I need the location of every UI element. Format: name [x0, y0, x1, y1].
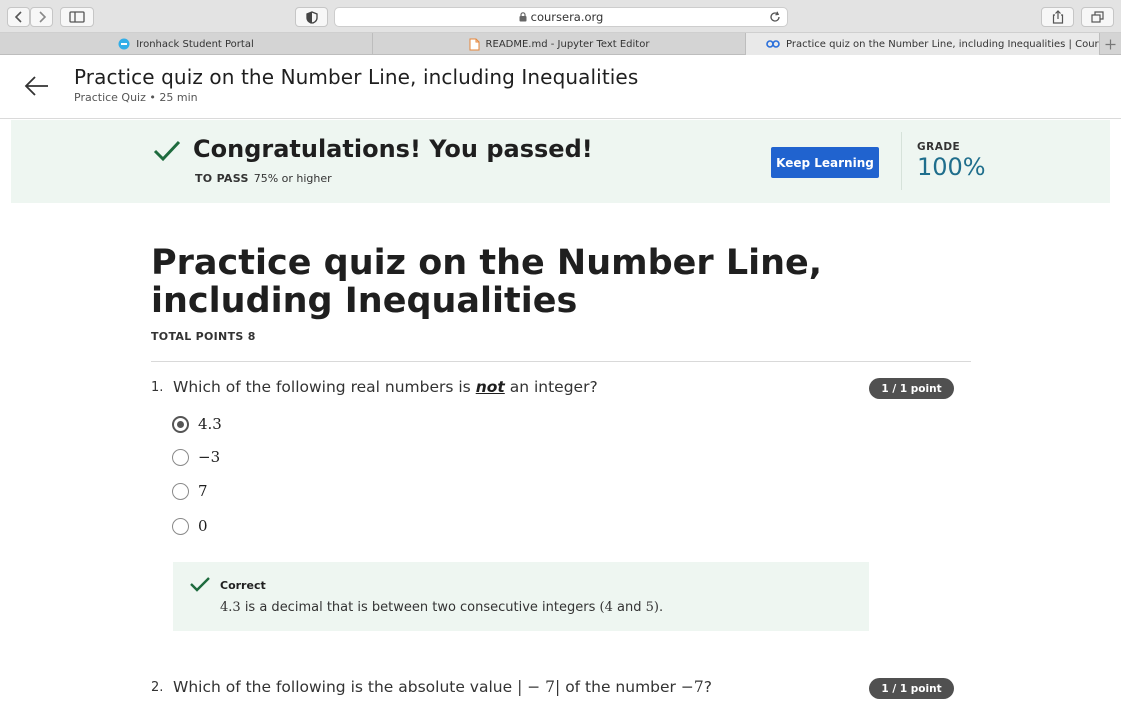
question-number: 2. — [151, 680, 164, 695]
feedback-text-part: . — [658, 600, 664, 615]
privacy-shield-button[interactable] — [295, 7, 328, 27]
arrow-left-icon — [24, 76, 48, 96]
radio-button[interactable] — [172, 482, 189, 500]
score-badge: 1 / 1 point — [869, 378, 954, 399]
grade-value: 100% — [917, 153, 986, 181]
check-icon — [153, 140, 181, 166]
feedback-text: 4.3 is a decimal that is between two con… — [220, 600, 663, 615]
answer-option[interactable]: −3 — [172, 448, 220, 466]
keep-learning-button[interactable]: Keep Learning — [771, 147, 879, 178]
tab-readme[interactable]: README.md - Jupyter Text Editor — [373, 33, 746, 55]
tabs-icon — [1091, 11, 1104, 23]
reload-icon[interactable] — [769, 11, 781, 23]
coursera-favicon-icon — [766, 40, 780, 48]
grade-label: GRADE — [917, 141, 961, 153]
quiz-header: Practice quiz on the Number Line, includ… — [0, 55, 1121, 119]
to-pass-value: 75% or higher — [253, 172, 332, 185]
radio-button[interactable] — [172, 517, 189, 535]
sidebar-toggle-button[interactable] — [60, 7, 94, 27]
question-text: Which of the following is the absolute v… — [173, 678, 712, 696]
feedback-math: (4 — [599, 600, 613, 615]
score-badge: 1 / 1 point — [869, 678, 954, 699]
feedback-title: Correct — [220, 579, 266, 592]
share-button[interactable] — [1041, 7, 1074, 27]
feedback-text-part: is a decimal that is between two consecu… — [240, 600, 600, 615]
header-subtitle: Practice Quiz • 25 min — [74, 91, 198, 104]
total-points: TOTAL POINTS 8 — [151, 330, 256, 343]
feedback-text-part: and — [612, 600, 646, 615]
url-text: coursera.org — [530, 10, 604, 24]
browser-toolbar: coursera.org — [0, 0, 1121, 33]
pass-requirement: TO PASS 75% or higher — [195, 172, 332, 185]
chevron-right-icon — [38, 11, 46, 23]
question-text: Which of the following real numbers is n… — [173, 378, 598, 396]
answer-feedback: Correct 4.3 is a decimal that is between… — [173, 562, 869, 631]
answer-option[interactable]: 4.3 — [172, 415, 222, 433]
tab-coursera-quiz[interactable]: Practice quiz on the Number Line, includ… — [746, 33, 1100, 55]
question-text-part: Which of the following is the absolute v… — [173, 678, 513, 696]
back-nav-button[interactable] — [7, 7, 30, 27]
option-label: −3 — [198, 448, 221, 466]
passed-message: Congratulations! You passed! — [193, 135, 593, 163]
question-text-part: an integer? — [509, 378, 598, 396]
question-emphasis: not — [475, 378, 505, 396]
to-pass-label: TO PASS — [195, 172, 249, 185]
check-icon — [189, 576, 211, 597]
back-button[interactable] — [24, 75, 50, 101]
quiz-title: Practice quiz on the Number Line, includ… — [151, 243, 823, 321]
question-text-part: ? — [703, 678, 712, 696]
answer-option[interactable]: 0 — [172, 517, 208, 535]
share-icon — [1052, 10, 1063, 24]
browser-tab-strip: Ironhack Student Portal README.md - Jupy… — [0, 33, 1121, 55]
answer-option[interactable]: 7 — [172, 482, 208, 500]
ironhack-favicon-icon — [118, 38, 130, 50]
forward-nav-button[interactable] — [30, 7, 53, 27]
option-label: 7 — [198, 482, 208, 500]
lock-icon — [519, 12, 527, 22]
shield-icon — [305, 10, 318, 24]
plus-icon — [1105, 39, 1116, 49]
feedback-math: 5) — [645, 600, 659, 615]
tab-label: Practice quiz on the Number Line, includ… — [786, 38, 1100, 50]
question-text-part: Which of the following real numbers is — [173, 378, 471, 396]
question-text-part: of the number — [565, 678, 676, 696]
feedback-math: 4.3 — [220, 600, 241, 615]
option-label: 4.3 — [198, 415, 222, 433]
tab-label: README.md - Jupyter Text Editor — [485, 38, 650, 50]
file-icon — [469, 38, 480, 51]
passed-banner: Congratulations! You passed! TO PASS 75% … — [11, 120, 1110, 203]
radio-button[interactable] — [172, 448, 189, 466]
divider — [901, 132, 902, 190]
sidebar-icon — [69, 11, 85, 23]
tab-label: Ironhack Student Portal — [136, 38, 254, 50]
question-number: 1. — [151, 380, 164, 395]
question-math: −7 — [680, 678, 704, 696]
divider — [151, 361, 971, 362]
header-title: Practice quiz on the Number Line, includ… — [74, 65, 639, 89]
tab-ironhack[interactable]: Ironhack Student Portal — [0, 33, 373, 55]
new-tab-button[interactable] — [1100, 33, 1121, 55]
tab-overview-button[interactable] — [1081, 7, 1114, 27]
address-bar[interactable]: coursera.org — [334, 7, 788, 27]
question-math: | − 7| — [517, 678, 561, 696]
option-label: 0 — [198, 517, 208, 535]
chevron-left-icon — [14, 11, 22, 23]
radio-button-selected[interactable] — [172, 415, 189, 433]
